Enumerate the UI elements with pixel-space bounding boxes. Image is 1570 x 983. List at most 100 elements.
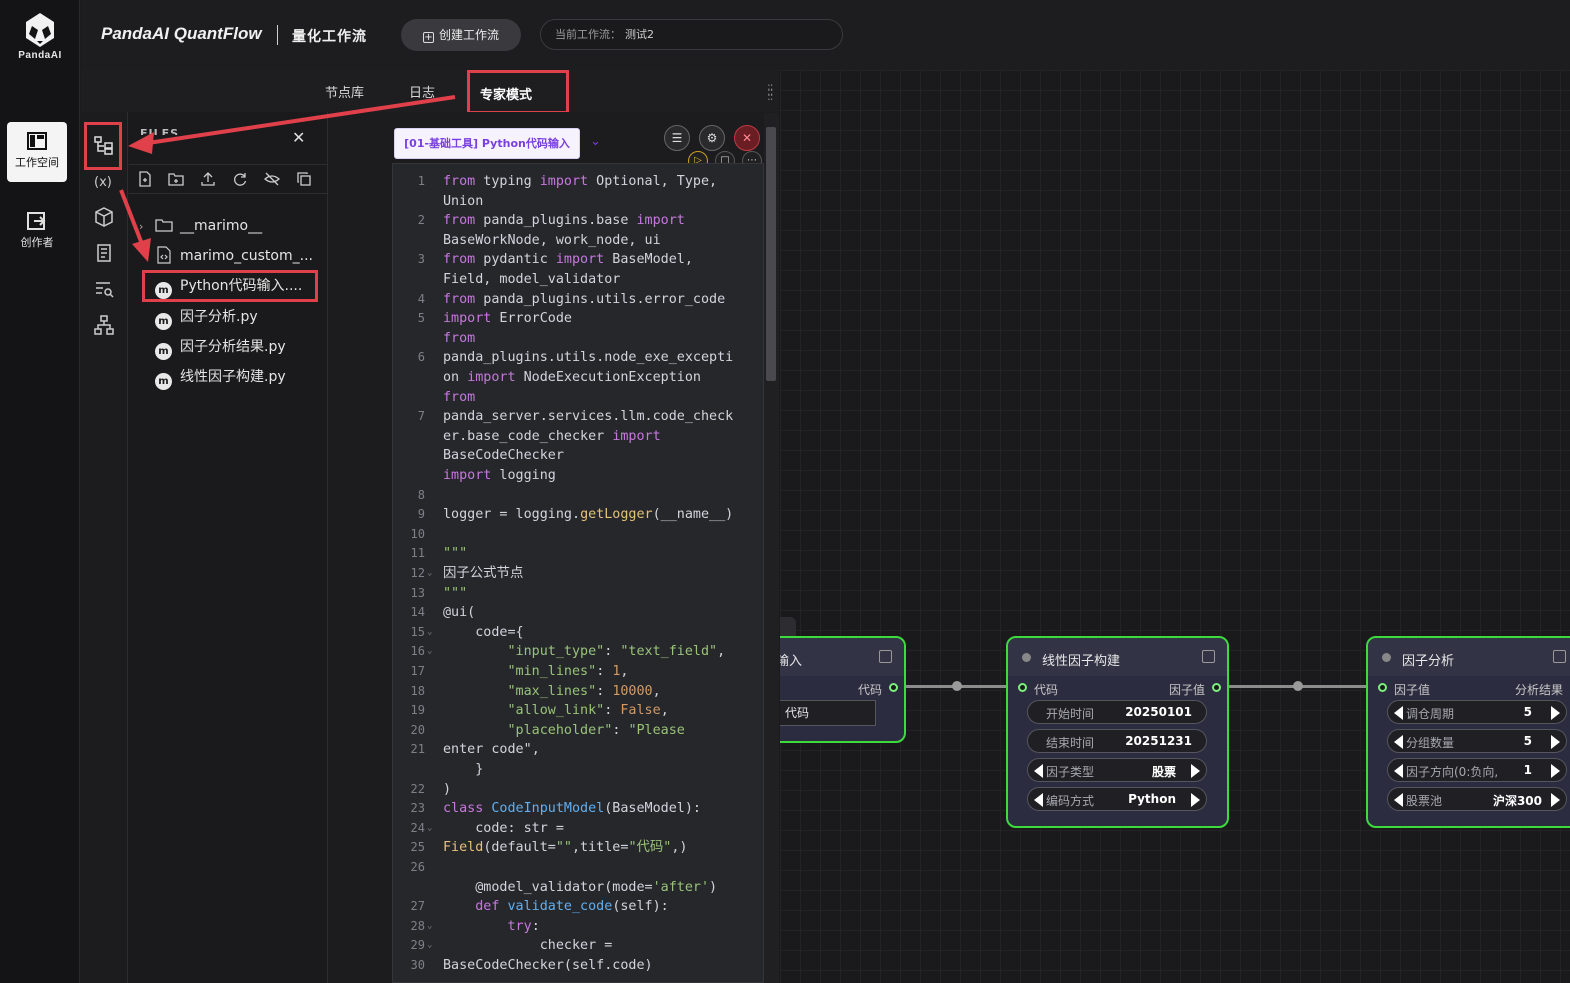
code-text: code={	[443, 624, 524, 640]
chevron-right-icon[interactable]: ›	[139, 220, 143, 233]
arrow-right-icon[interactable]	[1551, 793, 1560, 807]
file-name: 因子分析.py	[180, 309, 258, 325]
upload-icon[interactable]	[200, 171, 216, 187]
line-number-text: 10	[410, 526, 425, 541]
code-editor[interactable]: 1 2 3 4 5 6 7 8 9 10 11 12 ⌄ 13 14 15 ⌄ 16 ⌄ 17 18 19 20 21 22 23…	[392, 163, 764, 983]
code-text: from panda_plugins.utils.error_code	[443, 291, 726, 307]
rail-workspace-button[interactable]: 工作空间	[7, 122, 67, 182]
search-list-icon[interactable]	[93, 278, 115, 300]
param-key: 结束时间	[1046, 736, 1095, 750]
param-group-count[interactable]: 分组数量 5	[1387, 729, 1567, 753]
arrow-right-icon[interactable]	[1551, 735, 1560, 749]
param-value: 1	[1523, 763, 1532, 777]
param-factor-type[interactable]: 因子类型 股票	[1027, 758, 1207, 782]
new-folder-icon[interactable]	[168, 171, 184, 187]
code-text: BaseCodeChecker(self.code)	[443, 958, 653, 973]
edge-midpoint[interactable]	[952, 681, 962, 691]
line-number-text: 7	[417, 409, 425, 424]
param-end-date[interactable]: 结束时间 20251231	[1027, 729, 1207, 753]
param-value: 5	[1523, 734, 1532, 748]
arrow-left-icon[interactable]	[1394, 793, 1403, 807]
arrow-left-icon[interactable]	[1394, 706, 1403, 720]
file-item-code[interactable]: marimo_custom_...	[155, 246, 325, 270]
fold-chevron-icon[interactable]: ⌄	[427, 819, 432, 839]
port-row: 代码 因子值	[1008, 678, 1227, 698]
current-workflow-value: 测试2	[625, 28, 654, 41]
hide-icon[interactable]	[264, 171, 280, 187]
param-key: 因子类型	[1046, 765, 1095, 779]
drag-handle-icon[interactable]: ::::::	[767, 81, 774, 102]
output-port[interactable]	[889, 683, 898, 692]
chevron-down-icon[interactable]: ⌄	[590, 134, 601, 149]
port-in-label: 因子值	[1394, 683, 1431, 697]
node-linear-factor[interactable]: 线性因子构建 代码 因子值 开始时间 20250101 结束时间 2025123…	[1006, 636, 1229, 828]
line-number-text: 2	[417, 213, 425, 228]
menu-icon[interactable]: ☰	[664, 125, 690, 151]
node-header: 输入	[780, 638, 904, 676]
code-field[interactable]: 代码	[780, 700, 876, 726]
arrow-left-icon[interactable]	[1034, 764, 1043, 778]
arrow-right-icon[interactable]	[1191, 793, 1200, 807]
fold-chevron-icon[interactable]: ⌄	[427, 564, 432, 584]
refresh-icon[interactable]	[232, 171, 248, 187]
tab-logs[interactable]: 日志	[409, 82, 435, 101]
cell-name-chip[interactable]: [01-基础工具] Python代码输入	[394, 128, 580, 159]
network-icon[interactable]	[93, 314, 115, 336]
current-workflow-field[interactable]: 当前工作流： 测试2	[540, 19, 843, 50]
param-encoding[interactable]: 编码方式 Python	[1027, 787, 1207, 811]
node-title: 因子分析	[1402, 654, 1455, 669]
fold-chevron-icon[interactable]: ⌄	[427, 936, 432, 956]
file-item[interactable]: m 线性因子构建.py	[155, 366, 325, 390]
param-factor-direction[interactable]: 因子方向(0:负向, 1	[1387, 758, 1567, 782]
arrow-left-icon[interactable]	[1034, 793, 1043, 807]
rail-creator-label: 创作者	[20, 236, 54, 249]
arrow-right-icon[interactable]	[1551, 706, 1560, 720]
delete-cell-icon[interactable]: ✕	[734, 125, 760, 151]
tab-expert-mode[interactable]: 专家模式	[467, 70, 569, 114]
fold-chevron-icon[interactable]: ⌄	[427, 642, 432, 662]
code-text: BaseWorkNode, work_node, ui	[443, 232, 661, 248]
param-start-date[interactable]: 开始时间 20250101	[1027, 700, 1207, 724]
create-workflow-button[interactable]: + 创建工作流	[401, 19, 521, 51]
param-rebalance-period[interactable]: 调仓周期 5	[1387, 700, 1567, 724]
copy-icon[interactable]	[296, 171, 312, 187]
input-port[interactable]	[1378, 683, 1387, 692]
arrow-right-icon[interactable]	[1551, 764, 1560, 778]
arrow-left-icon[interactable]	[1394, 735, 1403, 749]
file-item-folder[interactable]: __marimo__	[155, 216, 325, 240]
close-icon[interactable]: ✕	[292, 128, 305, 147]
folder-icon	[155, 219, 173, 232]
arrow-left-icon[interactable]	[1394, 764, 1403, 778]
gear-icon[interactable]: ⚙	[699, 125, 725, 151]
file-item[interactable]: m 因子分析.py	[155, 306, 325, 330]
file-item-selected[interactable]: m Python代码输入....	[142, 270, 318, 302]
editor-scroll-thumb[interactable]	[766, 127, 776, 381]
line-number-text: 28	[410, 918, 425, 933]
param-key: 调仓周期	[1406, 707, 1455, 721]
file-item[interactable]: m 因子分析结果.py	[155, 336, 325, 360]
edit-icon[interactable]	[879, 650, 892, 663]
input-port[interactable]	[1018, 683, 1027, 692]
package-icon[interactable]	[93, 206, 115, 228]
file-name: marimo_custom_...	[180, 248, 313, 264]
node-factor-analysis[interactable]: 因子分析 因子值 分析结果 调仓周期 5 分组数量 5 因子方向(0:负向, 1…	[1366, 636, 1570, 828]
param-stock-pool[interactable]: 股票池 沪深300	[1387, 787, 1567, 811]
node-code-input[interactable]: 输入 代码 代码	[780, 636, 906, 743]
variables-icon[interactable]: (x)	[93, 170, 115, 192]
scroll-icon[interactable]	[93, 242, 115, 264]
edit-icon[interactable]	[1202, 650, 1215, 663]
output-port[interactable]	[1212, 683, 1221, 692]
edge-midpoint[interactable]	[1293, 681, 1303, 691]
line-number-text: 18	[410, 683, 425, 698]
edit-icon[interactable]	[1553, 650, 1566, 663]
fold-chevron-icon[interactable]: ⌄	[427, 917, 432, 937]
tab-node-library[interactable]: 节点库	[325, 82, 364, 101]
file-tree-icon[interactable]	[93, 134, 115, 156]
new-file-icon[interactable]	[137, 171, 153, 187]
fold-chevron-icon[interactable]: ⌄	[427, 623, 432, 643]
workflow-canvas[interactable]: 输入 代码 代码 线性因子构建 代码 因子值 开始时间	[780, 70, 1570, 983]
port-in-label: 代码	[1034, 683, 1059, 697]
marimo-icon: m	[155, 373, 172, 390]
arrow-right-icon[interactable]	[1191, 764, 1200, 778]
rail-creator-button[interactable]: 创作者	[7, 202, 67, 262]
